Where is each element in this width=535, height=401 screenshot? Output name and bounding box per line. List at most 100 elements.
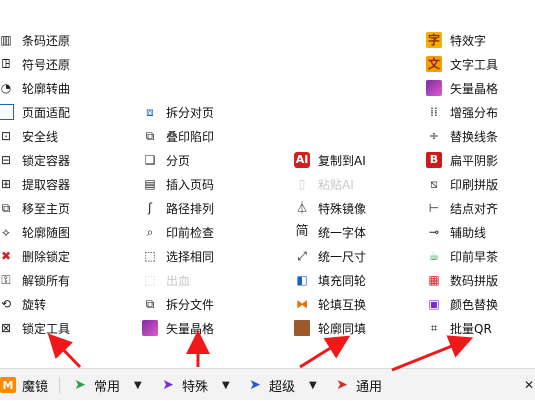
menu-item-label: 印刷拼版 (450, 177, 499, 192)
menu-item-label: 锁定工具 (22, 321, 71, 336)
menu-item-page-fit[interactable]: 页面适配 (0, 101, 70, 123)
menu-item-insert-page-number[interactable]: ▤ 插入页码 (142, 173, 214, 195)
replace-line-icon: ÷ (428, 129, 440, 143)
special-menu-button[interactable]: ➤ 特殊 (160, 369, 208, 401)
menu-item-label: 特殊镜像 (318, 201, 367, 216)
menu-item-label: 出血 (166, 273, 191, 288)
menu-item-split-file[interactable]: ⧉ 拆分文件 (142, 293, 214, 315)
menu-item-flat-shadow[interactable]: B 扁平阴影 (426, 149, 498, 171)
preflight-icon: ⌕ (146, 225, 154, 239)
path-arrange-icon: ʃ (147, 201, 153, 215)
menu-item-unify-font[interactable]: 简 统一字体 (294, 221, 366, 243)
menu-item-copy-to-ai[interactable]: AI 复制到AI (294, 149, 366, 171)
mirror-button[interactable]: M 魔镜 (0, 369, 48, 401)
arrow-common (47, 333, 82, 369)
plane-icon: ➤ (162, 377, 174, 393)
menu-item-label: 叠印陷印 (166, 129, 215, 144)
menu-item-print-imposition[interactable]: ⧅ 印刷拼版 (426, 173, 498, 195)
menu-item-label: 条码还原 (22, 33, 71, 48)
menu-item-label: 填充同轮 (318, 273, 367, 288)
menu-item-label: 文字工具 (450, 57, 499, 72)
close-icon[interactable]: ✕ (524, 369, 534, 401)
menu-item-guide-line[interactable]: ⊸ 辅助线 (426, 221, 486, 243)
menu-item-prepress-tea[interactable]: ☕ 印前早茶 (426, 245, 498, 267)
menu-item-rotate[interactable]: ⟲ 旋转 (0, 293, 46, 315)
menu-item-overprint-trap[interactable]: ⧉ 叠印陷印 (142, 125, 214, 147)
guide-line-icon: ⊸ (428, 225, 440, 239)
paste-ai-icon: ▯ (298, 177, 306, 191)
menu-item-label: 拆分对页 (166, 105, 215, 120)
menu-item-text-tool[interactable]: 文 文字工具 (426, 53, 498, 75)
menu-item-outline-to-curve[interactable]: ◔ 轮廓转曲 (0, 77, 70, 99)
menu-item-label: 移至主页 (22, 201, 71, 216)
menu-item-outline-same-fill[interactable]: 轮廓同填 (294, 317, 366, 339)
outline-follow-icon: ⟡ (2, 225, 10, 239)
menu-item-select-same[interactable]: ⬚ 选择相同 (142, 245, 214, 267)
plane-icon: ➤ (74, 377, 86, 393)
arrow-advanced (299, 335, 351, 369)
menu-item-vector-lattice-2[interactable]: 矢量晶格 (426, 77, 498, 99)
vector-lattice-icon (426, 80, 442, 96)
chevron-down-icon[interactable]: ▼ (222, 369, 230, 401)
extract-container-icon: ⊞ (0, 177, 12, 191)
menu-item-outline-fill-swap[interactable]: ⧓ 轮填互换 (294, 293, 366, 315)
menu-item-safety-line[interactable]: ⊡ 安全线 (0, 125, 58, 147)
menu-item-color-replace[interactable]: ▣ 颜色替换 (426, 293, 498, 315)
menu-item-outline-follow[interactable]: ⟡ 轮廓随图 (0, 221, 70, 243)
menu-item-label: 轮填互换 (318, 297, 367, 312)
menu-item-move-to-home[interactable]: ⧉ 移至主页 (0, 197, 70, 219)
menu-item-label: 统一字体 (318, 225, 367, 240)
menu-item-batch-qr[interactable]: ⌗ 批量QR (426, 317, 492, 339)
menu-item-effect-text[interactable]: 字 特效字 (426, 29, 486, 51)
chevron-down-icon[interactable]: ▼ (134, 369, 142, 401)
general-menu-button[interactable]: ➤ 通用 (334, 369, 382, 401)
menu-item-delete-lock[interactable]: ✖ 删除锁定 (0, 245, 70, 267)
color-replace-icon: ▣ (428, 297, 440, 311)
barcode-icon: ▥ (0, 33, 12, 47)
delete-lock-icon: ✖ (0, 249, 12, 263)
menu-item-label: 拆分文件 (166, 297, 215, 312)
menu-item-split-spread[interactable]: ⧈ 拆分对页 (142, 101, 214, 123)
menu-item-vector-lattice[interactable]: 矢量晶格 (142, 317, 214, 339)
menu-item-unify-size[interactable]: ⤢ 统一尺寸 (294, 245, 366, 267)
advanced-menu-button[interactable]: ➤ 超级 (247, 369, 295, 401)
menu-item-paginate[interactable]: ❏ 分页 (142, 149, 190, 171)
menu-item-digital-imposition[interactable]: ▦ 数码拼版 (426, 269, 498, 291)
symbol-icon: ꖸ (1, 57, 11, 71)
safety-line-icon: ⊡ (0, 129, 12, 143)
menu-item-label: 轮廓随图 (22, 225, 71, 240)
menu-item-label: 轮廓同填 (318, 321, 367, 336)
menu-item-fill-same-outline[interactable]: ◧ 填充同轮 (294, 269, 366, 291)
menu-item-special-mirror[interactable]: ⏃ 特殊镜像 (294, 197, 366, 219)
menu-item-lock-tool[interactable]: ⊠ 锁定工具 (0, 317, 70, 339)
menu-item-preflight[interactable]: ⌕ 印前检查 (142, 221, 214, 243)
outline-same-fill-icon (294, 320, 310, 336)
outline-curve-icon: ◔ (0, 81, 12, 95)
rotate-icon: ⟲ (0, 297, 12, 311)
menu-item-symbol-restore[interactable]: ꖸ 符号还原 (0, 53, 70, 75)
plane-icon: ➤ (249, 377, 261, 393)
effect-text-icon: 字 (426, 32, 442, 48)
menu-item-label: 增强分布 (450, 105, 499, 120)
menu-item-barcode-restore[interactable]: ▥ 条码还原 (0, 29, 70, 51)
menu-item-enhanced-distribute[interactable]: ⁞⁞ 增强分布 (426, 101, 498, 123)
menu-item-path-arrange[interactable]: ʃ 路径排列 (142, 197, 214, 219)
insert-page-number-icon: ▤ (144, 177, 156, 191)
menu-item-label: 安全线 (22, 129, 59, 144)
menu-item-label: 结点对齐 (450, 201, 499, 216)
menu-item-unlock-all[interactable]: ⚿ 解锁所有 (0, 269, 70, 291)
chevron-down-icon[interactable]: ▼ (309, 369, 317, 401)
menu-item-label: 统一尺寸 (318, 249, 367, 264)
menu-item-extract-container[interactable]: ⊞ 提取容器 (0, 173, 70, 195)
menu-item-paste-ai[interactable]: ▯ 粘贴AI (294, 173, 354, 195)
arrow-general (391, 335, 474, 372)
node-align-icon: ⊢ (428, 201, 440, 215)
common-menu-button[interactable]: ➤ 常用 (72, 369, 120, 401)
menu-item-label: 解锁所有 (22, 273, 71, 288)
menu-item-lock-container[interactable]: ⊟ 锁定容器 (0, 149, 70, 171)
unify-font-icon: 简 (295, 224, 309, 239)
menu-item-replace-line[interactable]: ÷ 替换线条 (426, 125, 498, 147)
menu-item-label: 提取容器 (22, 177, 71, 192)
menu-item-node-align[interactable]: ⊢ 结点对齐 (426, 197, 498, 219)
menu-item-bleed[interactable]: ⬚ 出血 (142, 269, 190, 291)
